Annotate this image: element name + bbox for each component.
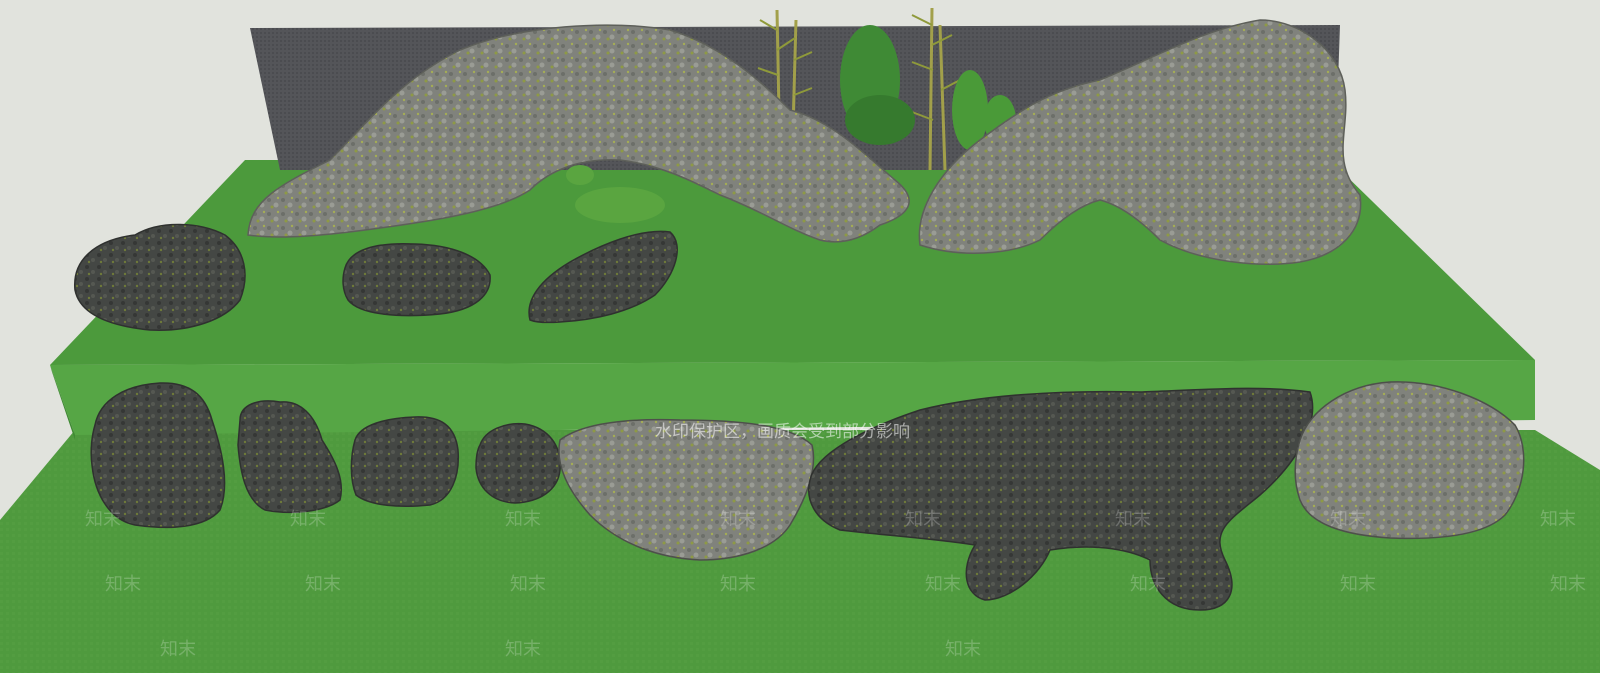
watermark-brand: 知末: [720, 509, 756, 530]
stone-3: [350, 416, 460, 507]
rock-landscape-scene: 知末 知末 知末 知末 知末 知末 知末 知末知末 知末 知末 知末 知末 知末 知末 知末知末 知末 知末: [0, 0, 1600, 673]
watermark-brand: 知末: [85, 509, 121, 530]
watermark-brand: 知末: [105, 574, 141, 595]
watermark-brand: 知末: [505, 509, 541, 530]
watermark-brand: 知末: [905, 509, 941, 530]
watermark-brand: 知末: [1550, 574, 1586, 595]
watermark-notice: 水印保护区，画质会受到部分影响: [655, 422, 910, 442]
watermark-brand: 知末: [1130, 574, 1166, 595]
watermark-brand: 知末: [290, 509, 326, 530]
watermark-brand: 知末: [720, 574, 756, 595]
watermark-brand: 知末: [1540, 509, 1576, 530]
watermark-brand: 知末: [925, 574, 961, 595]
stone-4: [475, 422, 561, 504]
watermark-brand: 知末: [505, 639, 541, 660]
watermark-brand: 知末: [510, 574, 546, 595]
watermark-brand: 知末: [1115, 509, 1151, 530]
watermark-brand: 知末: [1330, 509, 1366, 530]
watermark-brand: 知末: [160, 639, 196, 660]
watermark-brand: 知末: [305, 574, 341, 595]
watermark-brand: 知末: [945, 639, 981, 660]
boulder-2: [342, 242, 491, 317]
stone-1: [90, 382, 226, 529]
watermark-brand: 知末: [1340, 574, 1376, 595]
